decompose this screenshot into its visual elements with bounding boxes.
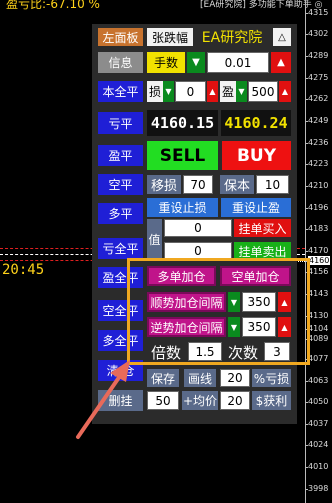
reset-tp-button[interactable]: 重设止盈 bbox=[221, 198, 291, 217]
triangle-down-icon: ▼ bbox=[238, 87, 245, 96]
time-label: 20:45 bbox=[2, 262, 45, 278]
tp-increase-button[interactable]: ▲ bbox=[279, 81, 291, 102]
close-all-button[interactable]: 本全平 bbox=[98, 81, 143, 102]
axis-tick: 4302 bbox=[304, 29, 329, 38]
pct-loss-input[interactable]: 20 bbox=[220, 369, 250, 387]
axis-tick: 4089 bbox=[304, 334, 329, 343]
profit-input[interactable]: 20 bbox=[220, 391, 250, 410]
close-loss-button[interactable]: 亏平 bbox=[98, 112, 143, 134]
sl-input[interactable]: 0 bbox=[175, 81, 206, 102]
triangle-down-icon: ▼ bbox=[165, 87, 172, 96]
info-button[interactable]: 信息 bbox=[98, 52, 143, 73]
price-axis: 4315 4302 4289 4275 4262 4249 4236 4223 … bbox=[304, 0, 332, 503]
move-sl-label: 移损 bbox=[147, 175, 181, 194]
buy-pending-input[interactable]: 0 bbox=[164, 219, 232, 237]
axis-tick: 4315 bbox=[304, 8, 329, 17]
axis-tick: 4143 bbox=[304, 289, 329, 298]
axis-tick: 4223 bbox=[304, 159, 329, 168]
close-all-loss-button[interactable]: 亏全平 bbox=[98, 238, 143, 259]
axis-tick: 4196 bbox=[304, 203, 329, 212]
triangle-down-icon: ▼ bbox=[192, 57, 200, 68]
lots-label: 手数 bbox=[147, 52, 185, 73]
buy-button[interactable]: BUY bbox=[222, 141, 291, 170]
rise-fall-button[interactable]: 张跌幅 bbox=[147, 28, 193, 46]
axis-tick: 4010 bbox=[304, 462, 329, 471]
breakeven-label: 保本 bbox=[220, 175, 254, 194]
points-input[interactable]: 50 bbox=[147, 391, 179, 410]
close-short-button[interactable]: 空平 bbox=[98, 174, 143, 195]
axis-tick: 4050 bbox=[304, 397, 329, 406]
pct-loss-button[interactable]: %亏损 bbox=[252, 369, 291, 387]
move-sl-input[interactable]: 70 bbox=[183, 175, 213, 194]
sl-increase-button[interactable]: ▲ bbox=[207, 81, 218, 102]
lots-increase-button[interactable]: ▲ bbox=[271, 52, 291, 73]
lots-input[interactable]: 0.01 bbox=[207, 52, 269, 73]
collapse-button[interactable]: △ bbox=[273, 28, 291, 46]
lots-decrease-button[interactable]: ▼ bbox=[187, 52, 205, 73]
axis-tick: 4156 bbox=[304, 267, 329, 276]
breakeven-input[interactable]: 10 bbox=[256, 175, 289, 194]
axis-tick: 4183 bbox=[304, 224, 329, 233]
tp-label: 盈 bbox=[220, 81, 236, 102]
panel-title: EA研究院 bbox=[193, 28, 271, 46]
tp-input[interactable]: 500 bbox=[248, 81, 278, 102]
tp-decrease-button[interactable]: ▼ bbox=[236, 81, 247, 102]
axis-tick: 4130 bbox=[304, 311, 329, 320]
axis-tick: 4210 bbox=[304, 181, 329, 190]
value-label: 值 bbox=[147, 219, 162, 259]
current-price-tag: 4160 bbox=[304, 256, 331, 265]
buy-pending-button[interactable]: 挂单买入 bbox=[234, 219, 291, 237]
axis-tick: 4275 bbox=[304, 73, 329, 82]
draw-line-button[interactable]: 画线 bbox=[184, 369, 216, 387]
axis-tick: 4236 bbox=[304, 138, 329, 147]
plus-avg-button[interactable]: +均价 bbox=[182, 391, 218, 410]
ask-price: 4160.24 bbox=[221, 110, 291, 136]
axis-tick: 4170 bbox=[304, 246, 329, 255]
triangle-up-icon: ▲ bbox=[277, 57, 285, 68]
left-panel-button[interactable]: 左面板 bbox=[98, 28, 143, 46]
axis-tick: 4063 bbox=[304, 376, 329, 385]
triangle-up-icon: △ bbox=[278, 31, 286, 43]
axis-tick: 4104 bbox=[304, 324, 329, 333]
axis-tick: 4289 bbox=[304, 51, 329, 60]
triangle-up-icon: ▲ bbox=[281, 87, 289, 96]
pointer-arrow-icon bbox=[76, 360, 130, 439]
pnl-ratio-text: 盈亏比:-67.10 % bbox=[6, 0, 100, 11]
close-long-button[interactable]: 多平 bbox=[98, 203, 143, 224]
save-button[interactable]: 保存 bbox=[147, 369, 179, 387]
top-bar: 盈亏比:-67.10 % [EA研究院] 多功能下单助手 ◎ bbox=[0, 0, 332, 11]
axis-tick: 4077 bbox=[304, 354, 329, 363]
axis-tick: 4037 bbox=[304, 419, 329, 428]
axis-tick: 4262 bbox=[304, 94, 329, 103]
axis-tick: 4024 bbox=[304, 440, 329, 449]
triangle-up-icon: ▲ bbox=[209, 87, 216, 96]
sell-button[interactable]: SELL bbox=[147, 141, 218, 170]
close-profit-button[interactable]: 盈平 bbox=[98, 145, 143, 166]
reset-sl-button[interactable]: 重设止损 bbox=[147, 198, 218, 217]
sl-decrease-button[interactable]: ▼ bbox=[163, 81, 174, 102]
axis-tick: 3998 bbox=[304, 484, 329, 493]
sl-label: 损 bbox=[147, 81, 163, 102]
dollar-profit-button[interactable]: $获利 bbox=[252, 391, 291, 410]
highlight-box bbox=[127, 258, 310, 365]
bid-price: 4160.15 bbox=[147, 110, 218, 136]
axis-tick: 4249 bbox=[304, 116, 329, 125]
